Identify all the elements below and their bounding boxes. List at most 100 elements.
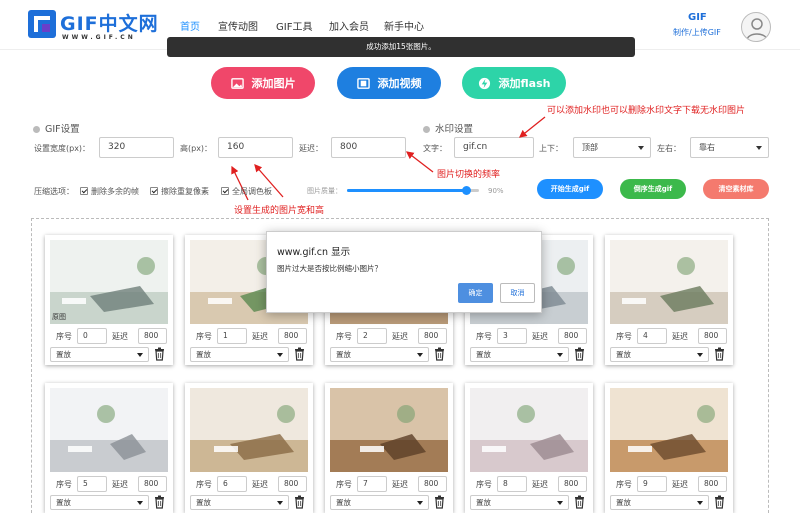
order-input[interactable]: 9 <box>637 476 667 492</box>
delay-label: 延迟 <box>392 480 408 489</box>
trash-icon[interactable] <box>154 347 165 361</box>
trash-icon[interactable] <box>434 347 445 361</box>
photo-thumbnail <box>610 388 728 472</box>
clear-library-button[interactable]: 清空素材库 <box>703 179 769 199</box>
placement-select[interactable]: 置放 <box>470 347 569 362</box>
placement-select[interactable]: 置放 <box>330 347 429 362</box>
image-card[interactable]: 序号 6 延迟 800 置放 <box>185 383 313 513</box>
quality-slider-fill <box>347 189 466 192</box>
delay-input[interactable]: 800 <box>698 476 727 492</box>
trash-icon[interactable] <box>714 495 725 509</box>
placement-select[interactable]: 置放 <box>50 495 149 510</box>
photo-thumbnail <box>610 240 728 324</box>
order-input[interactable]: 6 <box>217 476 247 492</box>
image-card[interactable]: 原图 序号 0 延迟 800 置放 <box>45 235 173 365</box>
card-thumbnail <box>470 388 588 472</box>
card-thumbnail <box>610 388 728 472</box>
delay-label: 延迟 <box>112 480 128 489</box>
trash-icon[interactable] <box>574 347 585 361</box>
delay-input[interactable]: 800 <box>558 476 587 492</box>
placement-select[interactable]: 置放 <box>330 495 429 510</box>
order-input[interactable]: 1 <box>217 328 247 344</box>
order-label: 序号 <box>476 332 492 341</box>
delay-label: 延迟 <box>252 332 268 341</box>
frequency-arrow <box>405 151 434 173</box>
start-generate-button[interactable]: 开始生成gif <box>537 179 603 199</box>
dialog-cancel-button[interactable]: 取消 <box>500 283 535 303</box>
image-card[interactable]: 序号 9 延迟 800 置放 <box>605 383 733 513</box>
order-input[interactable]: 5 <box>77 476 107 492</box>
photo-thumbnail <box>50 240 168 324</box>
order-label: 序号 <box>616 332 632 341</box>
image-card[interactable]: 序号 7 延迟 800 置放 <box>325 383 453 513</box>
order-input[interactable]: 2 <box>357 328 387 344</box>
dialog-ok-button[interactable]: 确定 <box>458 283 493 303</box>
placement-select[interactable]: 置放 <box>190 495 289 510</box>
checkbox-checked-icon[interactable] <box>80 187 88 195</box>
order-input[interactable]: 0 <box>77 328 107 344</box>
watermark-arrow <box>518 116 546 138</box>
card-settings-row: 序号 3 延迟 800 <box>470 328 588 344</box>
delay-input[interactable]: 800 <box>418 476 447 492</box>
card-thumbnail: 原图 <box>50 240 168 324</box>
delay-input[interactable]: 800 <box>138 476 167 492</box>
option-erase-pixels[interactable]: 擦除重复像素 <box>150 186 209 197</box>
card-settings-row: 序号 5 延迟 800 <box>50 476 168 492</box>
photo-thumbnail <box>190 388 308 472</box>
order-label: 序号 <box>336 480 352 489</box>
delay-input[interactable]: 800 <box>418 328 447 344</box>
trash-icon[interactable] <box>714 347 725 361</box>
card-settings-row: 序号 9 延迟 800 <box>610 476 728 492</box>
card-thumbnail <box>610 240 728 324</box>
placement-select[interactable]: 置放 <box>190 347 289 362</box>
card-settings-row: 序号 8 延迟 800 <box>470 476 588 492</box>
trash-icon[interactable] <box>294 495 305 509</box>
quality-label: 图片质量： <box>307 187 342 195</box>
delay-input[interactable]: 800 <box>138 328 167 344</box>
delay-input[interactable]: 800 <box>278 476 307 492</box>
checkbox-checked-icon[interactable] <box>221 187 229 195</box>
image-card[interactable]: 序号 4 延迟 800 置放 <box>605 235 733 365</box>
option-remove-frames[interactable]: 删除多余的帧 <box>80 186 139 197</box>
order-input[interactable]: 3 <box>497 328 527 344</box>
card-thumbnail <box>50 388 168 472</box>
card-thumbnail <box>190 388 308 472</box>
trash-icon[interactable] <box>154 495 165 509</box>
image-card[interactable]: 序号 8 延迟 800 置放 <box>465 383 593 513</box>
dialog-message: 图片过大是否按比例缩小图片？ <box>277 264 382 273</box>
placement-select[interactable]: 置放 <box>610 495 709 510</box>
reverse-generate-button[interactable]: 倒序生成gif <box>620 179 686 199</box>
quality-slider[interactable] <box>347 186 479 195</box>
order-label: 序号 <box>616 480 632 489</box>
order-label: 序号 <box>196 332 212 341</box>
image-card[interactable]: 序号 5 延迟 800 置放 <box>45 383 173 513</box>
original-badge: 原图 <box>52 313 66 321</box>
delay-label: 延迟 <box>112 332 128 341</box>
order-input[interactable]: 8 <box>497 476 527 492</box>
delay-label: 延迟 <box>672 332 688 341</box>
placement-select[interactable]: 置放 <box>470 495 569 510</box>
placement-select[interactable]: 置放 <box>50 347 149 362</box>
delay-label: 延迟 <box>252 480 268 489</box>
card-settings-row: 序号 6 延迟 800 <box>190 476 308 492</box>
order-input[interactable]: 4 <box>637 328 667 344</box>
order-label: 序号 <box>56 480 72 489</box>
option-global-palette[interactable]: 全局调色板 <box>221 186 272 197</box>
option-remove-frames-label: 删除多余的帧 <box>91 187 139 196</box>
quality-slider-handle[interactable] <box>461 186 471 195</box>
trash-icon[interactable] <box>294 347 305 361</box>
delay-input[interactable]: 800 <box>698 328 727 344</box>
trash-icon[interactable] <box>434 495 445 509</box>
dialog-title: www.gif.cn 显示 <box>277 247 351 258</box>
trash-icon[interactable] <box>574 495 585 509</box>
confirm-dialog: www.gif.cn 显示 图片过大是否按比例缩小图片？ 确定 取消 <box>266 231 542 313</box>
checkbox-checked-icon[interactable] <box>150 187 158 195</box>
order-input[interactable]: 7 <box>357 476 387 492</box>
card-settings-row: 序号 1 延迟 800 <box>190 328 308 344</box>
delay-input[interactable]: 800 <box>558 328 587 344</box>
delay-label: 延迟 <box>672 480 688 489</box>
order-label: 序号 <box>476 480 492 489</box>
option-erase-pixels-label: 擦除重复像素 <box>161 187 209 196</box>
delay-input[interactable]: 800 <box>278 328 307 344</box>
placement-select[interactable]: 置放 <box>610 347 709 362</box>
